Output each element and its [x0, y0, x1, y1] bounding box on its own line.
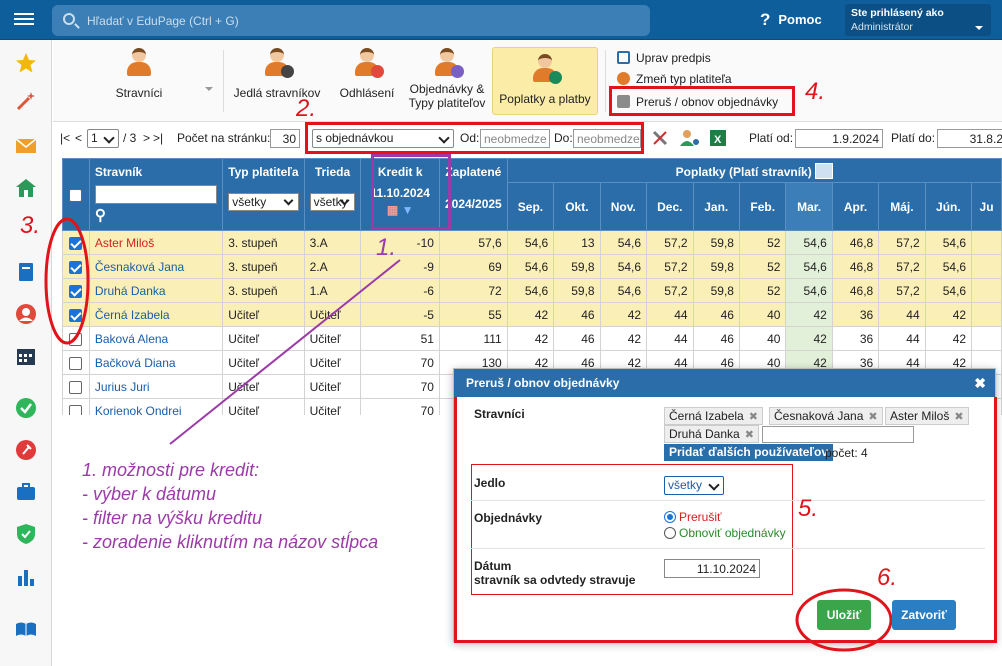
dialog-title: Preruš / obnov objednávky — [466, 376, 620, 390]
chip[interactable]: Aster Miloš ✖ — [885, 407, 969, 425]
datum-value: 11.10.2024 — [696, 562, 756, 576]
chip-label: Aster Miloš — [890, 409, 950, 423]
note-line: - filter na výšku kreditu — [82, 508, 263, 528]
add-user-input[interactable] — [762, 426, 914, 443]
close-icon[interactable]: ✖ — [954, 411, 963, 423]
note-line: - zoradenie kliknutím na názov stĺpca — [82, 532, 379, 552]
close-icon[interactable]: ✖ — [749, 411, 758, 423]
datum-label: Dátum — [474, 559, 512, 573]
jedlo-value: všetky — [668, 478, 703, 492]
radio-obnovit-button[interactable] — [664, 527, 676, 539]
stravnici-label: Stravníci — [474, 407, 525, 421]
radio-prerusit-button[interactable] — [664, 511, 676, 523]
save-button[interactable]: Uložiť — [817, 600, 871, 630]
close-button[interactable]: Zatvoriť — [892, 600, 956, 630]
radio-obnovit-label: Obnoviť objednávky — [679, 526, 786, 540]
close-icon[interactable]: ✖ — [868, 411, 877, 423]
dialog-header: Preruš / obnov objednávky ✖ — [454, 369, 995, 397]
close-icon[interactable]: ✖ — [745, 429, 754, 441]
annotation-note: 1. možnosti pre kredit: - výber k dátumu… — [82, 458, 378, 554]
prerus-obnov-dialog: Preruš / obnov objednávky ✖ Stravníci Čer… — [453, 368, 997, 652]
chip[interactable]: Černá Izabela ✖ — [664, 407, 763, 425]
note-line: 1. možnosti pre kredit: — [82, 460, 260, 480]
chip[interactable]: Druhá Danka ✖ — [664, 425, 759, 443]
count-value: počet: 4 — [825, 446, 868, 460]
datum-sublabel: stravník sa odvtedy stravuje — [474, 573, 636, 587]
add-users-button[interactable]: Pridať ďalších používateľov — [664, 444, 834, 461]
dialog-body: Stravníci Černá Izabela ✖ Česnaková Jana ✖… — [454, 397, 997, 652]
chip-label: Černá Izabela — [669, 409, 744, 423]
chip-label: Druhá Danka — [669, 427, 740, 441]
annotation-5: 5. — [798, 495, 819, 522]
objednavky-label: Objednávky — [474, 511, 543, 525]
note-line: - výber k dátumu — [82, 484, 217, 504]
chip-label: Česnaková Jana — [774, 409, 864, 423]
close-icon[interactable]: ✖ — [974, 375, 986, 392]
jedlo-select[interactable]: všetky — [664, 476, 724, 495]
jedlo-label: Jedlo — [474, 476, 506, 490]
chip[interactable]: Česnaková Jana ✖ — [769, 407, 883, 425]
radio-prerusit-label: Prerušiť — [679, 510, 722, 524]
datum-input[interactable]: 11.10.2024 — [664, 559, 760, 578]
radio-prerusit[interactable]: Prerušiť — [664, 510, 722, 524]
radio-obnovit[interactable]: Obnoviť objednávky — [664, 526, 786, 540]
count-text: počet: 4 — [825, 446, 868, 460]
